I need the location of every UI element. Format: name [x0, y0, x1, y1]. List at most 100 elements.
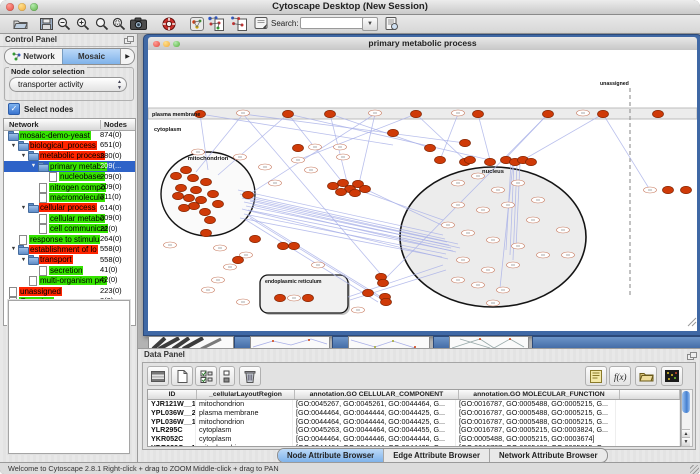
- table-row[interactable]: YDR039C__1mitochondrion[GO:0044464, GO:0…: [148, 444, 680, 447]
- tree-row[interactable]: unassigned223(0): [4, 286, 135, 296]
- tree-row[interactable]: nucleobase-209(0): [4, 172, 135, 182]
- table-cell[interactable]: [GO:0044464, GO:0044444, GO:0044425, G..…: [293, 418, 456, 427]
- zoom-in-icon[interactable]: [74, 16, 91, 31]
- tab-node-attribute-browser[interactable]: Node Attribute Browser: [278, 449, 384, 462]
- graph-node-red[interactable]: [485, 158, 496, 165]
- graph-node-red[interactable]: [184, 194, 195, 201]
- graph-node-red[interactable]: [598, 110, 609, 117]
- graph-node-red[interactable]: [460, 139, 471, 146]
- tree-row[interactable]: ▼primary metabo209(...: [4, 161, 135, 171]
- disclosure-triangle-icon[interactable]: ▼: [9, 246, 18, 252]
- save-icon[interactable]: [38, 16, 55, 31]
- matrix-icon[interactable]: [661, 366, 683, 386]
- graph-node-red[interactable]: [200, 208, 211, 215]
- table-row[interactable]: YJR121W__1mitochondrion[GO:0045267, GO:0…: [148, 400, 680, 409]
- table-cell[interactable]: YKR052C: [148, 435, 196, 444]
- float-panel-icon[interactable]: [687, 352, 696, 360]
- node-color-dropdown[interactable]: transporter activity ▲▼: [9, 77, 127, 92]
- birdseye-view-panel[interactable]: [8, 300, 130, 454]
- search-input[interactable]: [300, 17, 364, 29]
- table-cell[interactable]: plasma membrane: [196, 409, 293, 418]
- table-cell[interactable]: cytoplasm: [196, 426, 293, 435]
- help-icon[interactable]: [160, 16, 177, 31]
- zoom-out-icon[interactable]: [55, 16, 72, 31]
- graph-node-red[interactable]: [289, 242, 300, 249]
- graph-node-red[interactable]: [425, 144, 436, 151]
- annotation-icon[interactable]: [252, 16, 269, 31]
- network-canvas[interactable]: plasma membranecytoplasmmitochondrionnuc…: [148, 50, 697, 331]
- graph-node-red[interactable]: [171, 172, 182, 179]
- graph-node-red[interactable]: [363, 289, 374, 296]
- tree-row[interactable]: macromolecule311(0): [4, 192, 135, 202]
- table-cell[interactable]: [GO:0016787, GO:0005488, GO:0005215, G..…: [456, 400, 616, 409]
- graph-node-red[interactable]: [381, 298, 392, 305]
- layout-icon-2[interactable]: [230, 16, 247, 31]
- graph-node-red[interactable]: [681, 186, 692, 193]
- table-cell[interactable]: [GO:0044464, GO:0044444, GO:0044425, G..…: [293, 444, 456, 447]
- table-cell[interactable]: [GO:0045267, GO:0045261, GO:0044464, G..…: [293, 400, 456, 409]
- tree-row[interactable]: nitrogen compo209(0): [4, 182, 135, 192]
- table-vscrollbar[interactable]: ▲ ▼: [681, 389, 693, 447]
- graph-node-red[interactable]: [243, 191, 254, 198]
- tree-row[interactable]: cellular metabo209(0): [4, 213, 135, 223]
- vizmapper-icon[interactable]: [188, 16, 205, 31]
- table-cell[interactable]: [GO:0016787, GO:0005488, GO:0005215, G..…: [456, 444, 616, 447]
- graph-node-red[interactable]: [360, 185, 371, 192]
- graph-node-red[interactable]: [250, 235, 261, 242]
- table-cell[interactable]: [GO:0016787, GO:0005215, GO:0003824, G..…: [456, 426, 616, 435]
- import-icon[interactable]: [383, 16, 400, 31]
- graph-node-red[interactable]: [176, 184, 187, 191]
- graph-node-red[interactable]: [435, 156, 446, 163]
- graph-node-red[interactable]: [293, 144, 304, 151]
- table-row[interactable]: YPL036W__2plasma membrane[GO:0044464, GO…: [148, 409, 680, 418]
- table-cell[interactable]: YLR295C: [148, 426, 196, 435]
- select-attributes-icon[interactable]: [195, 366, 217, 386]
- graph-node-red[interactable]: [328, 182, 339, 189]
- table-cell[interactable]: YJR121W__1: [148, 400, 196, 409]
- tab-mosaic[interactable]: Mosaic: [62, 49, 120, 64]
- tab-overflow-arrow[interactable]: ▶: [120, 49, 134, 64]
- tree-row[interactable]: secretion41(0): [4, 265, 135, 275]
- disclosure-triangle-icon[interactable]: ▼: [19, 153, 28, 159]
- col-region[interactable]: _cellularLayoutRegion: [197, 390, 295, 399]
- table-row[interactable]: YKR052Ccytoplasm[GO:0044464, GO:0044446,…: [148, 435, 680, 444]
- graph-node-red[interactable]: [201, 229, 212, 236]
- table-mode-icon[interactable]: [147, 366, 169, 386]
- graph-node-red[interactable]: [205, 216, 216, 223]
- zoom-fit-icon[interactable]: [93, 16, 110, 31]
- tree-row[interactable]: response to stimulu264(0): [4, 234, 135, 244]
- table-cell[interactable]: mitochondrion: [196, 444, 293, 447]
- disclosure-triangle-icon[interactable]: ▼: [19, 257, 28, 263]
- disclosure-triangle-icon[interactable]: ▼: [19, 205, 28, 211]
- layout-icon-1[interactable]: [207, 16, 224, 31]
- disclosure-triangle-icon[interactable]: ▼: [29, 163, 38, 169]
- tab-edge-attribute-browser[interactable]: Edge Attribute Browser: [384, 449, 490, 462]
- table-cell[interactable]: [GO:0005488, GO:0005215, GO:0003674]: [456, 435, 616, 444]
- scrollbar-thumb[interactable]: [682, 391, 690, 413]
- table-cell[interactable]: mitochondrion: [196, 400, 293, 409]
- select-nodes-checkbox[interactable]: ✓: [8, 103, 20, 115]
- graph-node-red[interactable]: [388, 129, 399, 136]
- table-cell[interactable]: [GO:0016787, GO:0005488, GO:0005215, G..…: [456, 409, 616, 418]
- tab-network-attribute-browser[interactable]: Network Attribute Browser: [490, 449, 607, 462]
- graph-node-red[interactable]: [188, 174, 199, 181]
- col-id[interactable]: ID: [148, 390, 197, 399]
- graph-node-red[interactable]: [189, 202, 200, 209]
- table-row[interactable]: YPL036W__1mitochondrion[GO:0044464, GO:0…: [148, 418, 680, 427]
- graph-node-red[interactable]: [179, 204, 190, 211]
- graph-node-red[interactable]: [275, 294, 286, 301]
- col-molecular-function[interactable]: annotation.GO MOLECULAR_FUNCTION: [459, 390, 620, 399]
- tree-row[interactable]: multi-organism pro42(0): [4, 275, 135, 285]
- annotation-note-icon[interactable]: [585, 366, 607, 386]
- tree-row[interactable]: ▼transport558(0): [4, 255, 135, 265]
- graph-node-red[interactable]: [181, 166, 192, 173]
- table-cell[interactable]: [GO:0016787, GO:0005488, GO:0005215, G..…: [456, 418, 616, 427]
- table-cell[interactable]: YDR039C__1: [148, 444, 196, 447]
- graph-node-red[interactable]: [543, 110, 554, 117]
- graph-node-red[interactable]: [411, 110, 422, 117]
- graph-node-red[interactable]: [303, 294, 314, 301]
- graph-node-red[interactable]: [278, 242, 289, 249]
- tree-row[interactable]: ▼metabolic process280(0): [4, 151, 135, 161]
- tree-row[interactable]: ▼biological_process651(0): [4, 140, 135, 150]
- graph-node-red[interactable]: [378, 279, 389, 286]
